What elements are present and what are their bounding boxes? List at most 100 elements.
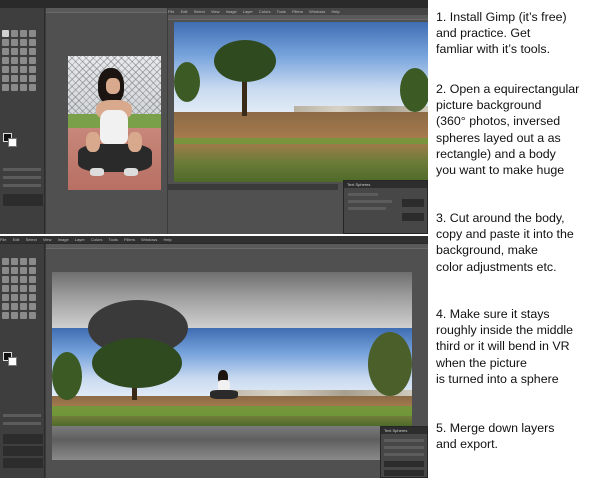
shear-tool-icon[interactable] (2, 66, 9, 73)
align-tool-icon[interactable] (2, 57, 9, 64)
ellipse-select-tool-icon[interactable] (11, 258, 18, 265)
bucket-fill-tool-icon[interactable] (2, 303, 9, 310)
ink-tool-icon[interactable] (20, 312, 27, 319)
measure-tool-icon[interactable] (20, 48, 27, 55)
menu-file[interactable]: File (168, 9, 174, 14)
gradient-tool-icon[interactable] (11, 303, 18, 310)
ink-tool-icon[interactable] (20, 84, 27, 91)
menu-filters[interactable]: Filters (124, 237, 135, 242)
gimp-window-bottom: File Edit Select View Image Layer Colors… (0, 236, 428, 478)
menu-windows[interactable]: Windows (309, 9, 325, 14)
color-swatch-bg[interactable] (8, 138, 17, 147)
zoom-tool-icon[interactable] (11, 48, 18, 55)
rotate-tool-icon[interactable] (20, 57, 27, 64)
menu-colors[interactable]: Colors (91, 237, 103, 242)
shear-tool-icon[interactable] (2, 294, 9, 301)
align-tool-icon[interactable] (2, 285, 9, 292)
scale-tool-icon[interactable] (29, 57, 36, 64)
menu-colors[interactable]: Colors (259, 9, 271, 14)
scale-tool-icon[interactable] (29, 285, 36, 292)
layer-thumbnail-row[interactable] (3, 446, 43, 456)
free-select-tool-icon[interactable] (20, 30, 27, 37)
foreground-select-tool-icon[interactable] (20, 39, 27, 46)
menu-edit[interactable]: Edit (13, 237, 20, 242)
rotate-tool-icon[interactable] (20, 285, 27, 292)
pencil-tool-icon[interactable] (20, 75, 27, 82)
bucket-fill-tool-icon[interactable] (2, 75, 9, 82)
menu-view[interactable]: View (43, 237, 52, 242)
fuzzy-select-tool-icon[interactable] (29, 258, 36, 265)
clone-tool-icon[interactable] (29, 312, 36, 319)
step-1-text: 1. Install Gimp (it’s free) and practice… (436, 10, 567, 57)
ellipse-select-tool-icon[interactable] (11, 30, 18, 37)
flip-tool-icon[interactable] (20, 66, 27, 73)
dialog-field[interactable] (384, 461, 424, 467)
layer-thumbnail-row[interactable] (3, 434, 43, 444)
color-select-tool-icon[interactable] (2, 39, 9, 46)
perspective-tool-icon[interactable] (11, 66, 18, 73)
move-tool-icon[interactable] (29, 48, 36, 55)
tool-options-row (3, 176, 41, 179)
crop-tool-icon[interactable] (11, 57, 18, 64)
color-picker-tool-icon[interactable] (2, 48, 9, 55)
move-tool-icon[interactable] (29, 276, 36, 283)
gradient-tool-icon[interactable] (11, 75, 18, 82)
free-select-tool-icon[interactable] (20, 258, 27, 265)
paintbrush-tool-icon[interactable] (29, 303, 36, 310)
rect-select-tool-icon[interactable] (2, 30, 9, 37)
pencil-tool-icon[interactable] (20, 303, 27, 310)
menu-help[interactable]: Help (331, 9, 339, 14)
menu-layer[interactable]: Layer (243, 9, 253, 14)
rect-select-tool-icon[interactable] (2, 258, 9, 265)
dialog-row (348, 207, 386, 210)
menu-layer[interactable]: Layer (75, 237, 85, 242)
menu-windows[interactable]: Windows (141, 237, 157, 242)
crop-tool-icon[interactable] (11, 285, 18, 292)
eraser-tool-icon[interactable] (2, 84, 9, 91)
menu-tools[interactable]: Tools (277, 9, 286, 14)
airbrush-tool-icon[interactable] (11, 312, 18, 319)
menu-select[interactable]: Select (26, 237, 37, 242)
menu-view[interactable]: View (211, 9, 220, 14)
step-1: 1. Install Gimp (it’s free) and practice… (436, 9, 590, 58)
color-picker-tool-icon[interactable] (2, 276, 9, 283)
step-3-text: 3. Cut around the body, copy and paste i… (436, 211, 574, 274)
paths-tool-icon[interactable] (29, 39, 36, 46)
text-tool-icon[interactable] (29, 66, 36, 73)
menu-help[interactable]: Help (163, 237, 171, 242)
menu-image[interactable]: Image (226, 9, 237, 14)
color-select-tool-icon[interactable] (2, 267, 9, 274)
perspective-tool-icon[interactable] (11, 294, 18, 301)
tree-canopy-green (92, 338, 182, 388)
title-bar (0, 0, 428, 8)
menu-image[interactable]: Image (58, 237, 69, 242)
dialog-button[interactable] (402, 213, 424, 221)
arm-left (86, 132, 100, 152)
paths-tool-icon[interactable] (29, 267, 36, 274)
fuzzy-select-tool-icon[interactable] (29, 30, 36, 37)
airbrush-tool-icon[interactable] (11, 84, 18, 91)
menu-tools[interactable]: Tools (109, 237, 118, 242)
menu-filters[interactable]: Filters (292, 9, 303, 14)
layer-thumbnail-row[interactable] (3, 194, 43, 206)
tree-right (368, 332, 412, 396)
menu-edit[interactable]: Edit (181, 9, 188, 14)
step-3: 3. Cut around the body, copy and paste i… (436, 210, 590, 275)
zoom-tool-icon[interactable] (11, 276, 18, 283)
text-tool-icon[interactable] (29, 294, 36, 301)
clone-tool-icon[interactable] (29, 84, 36, 91)
dialog-button[interactable] (402, 199, 424, 207)
color-swatch-bg[interactable] (8, 357, 17, 366)
menu-select[interactable]: Select (194, 9, 205, 14)
layer-thumbnail-row[interactable] (3, 458, 43, 468)
dialog-field[interactable] (384, 470, 424, 476)
measure-tool-icon[interactable] (20, 276, 27, 283)
scissors-tool-icon[interactable] (11, 39, 18, 46)
paintbrush-tool-icon[interactable] (29, 75, 36, 82)
eraser-tool-icon[interactable] (2, 312, 9, 319)
scissors-tool-icon[interactable] (11, 267, 18, 274)
foreground-select-tool-icon[interactable] (20, 267, 27, 274)
shoe-left (90, 168, 104, 176)
flip-tool-icon[interactable] (20, 294, 27, 301)
menu-file[interactable]: File (0, 237, 6, 242)
